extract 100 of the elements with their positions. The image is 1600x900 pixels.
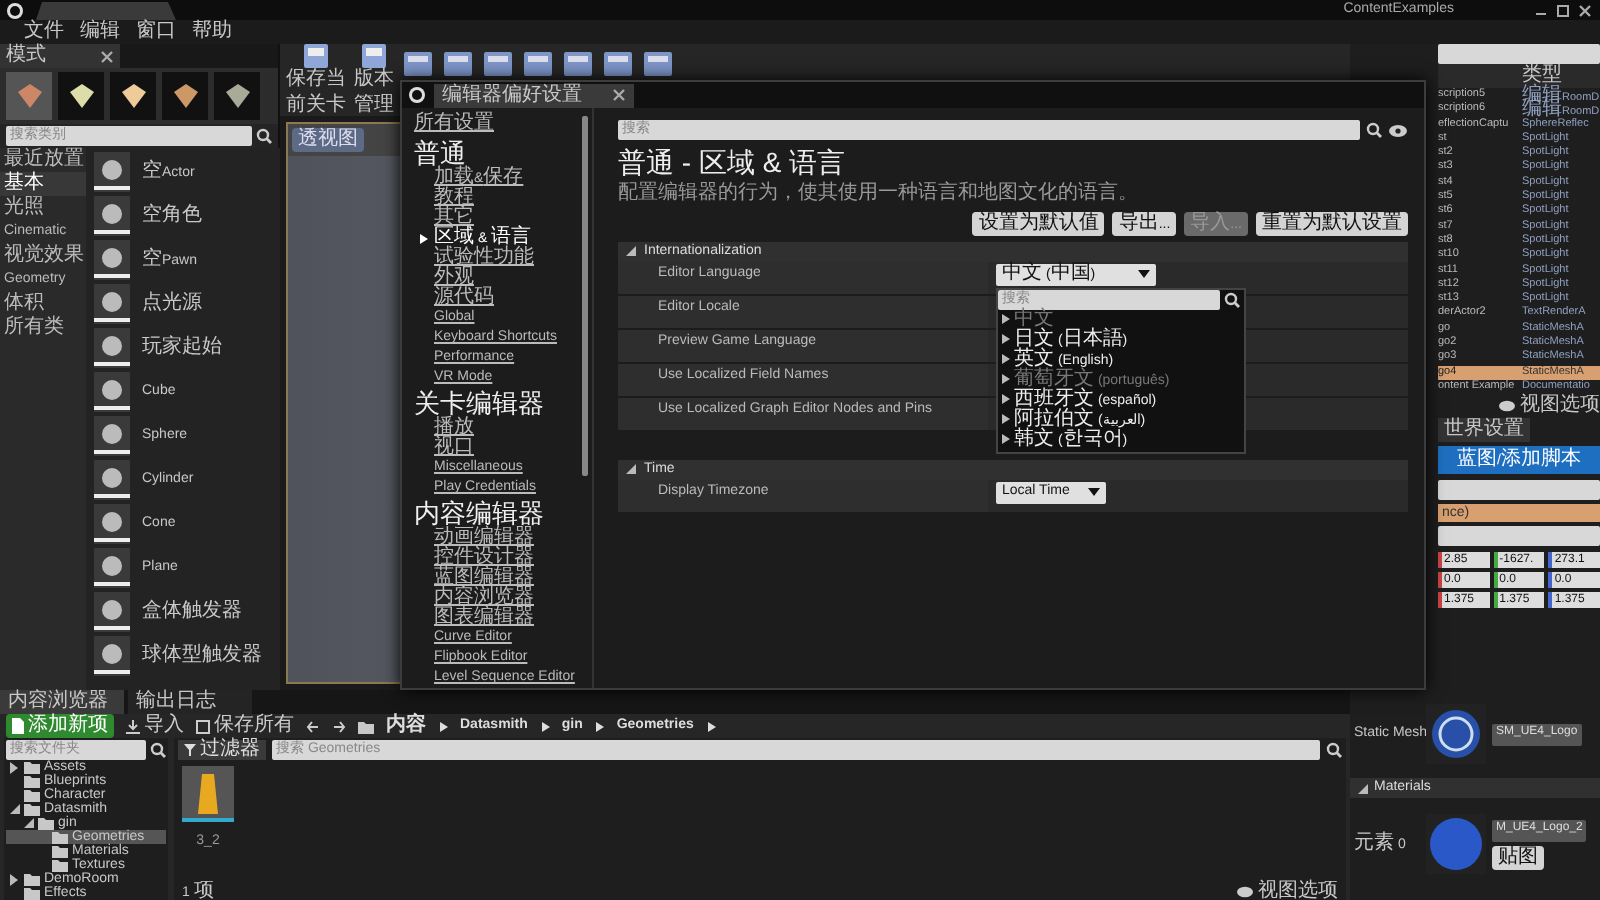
scrollbar-thumb-icon[interactable] [582, 116, 588, 476]
panel-tab[interactable]: 模式 [0, 44, 120, 68]
menu-item[interactable]: 窗口 [136, 20, 176, 44]
maximize-icon[interactable] [1556, 3, 1570, 17]
nav-heading: 关卡编辑器 [414, 388, 546, 418]
expanded-arrow-icon[interactable] [1356, 781, 1370, 795]
toolbar-icon[interactable] [562, 48, 594, 80]
toolbar-icon[interactable] [522, 48, 554, 80]
chevron-icon[interactable] [438, 719, 448, 733]
menu-item[interactable]: 编辑 [80, 20, 120, 44]
close-icon[interactable] [100, 49, 114, 63]
toolbar-button[interactable]: 设置为默认值 [972, 211, 1105, 236]
add-new-button[interactable]: 添加新项 [6, 714, 114, 738]
expanded-arrow-icon[interactable] [624, 244, 638, 259]
search-icon[interactable] [1326, 742, 1342, 758]
search-icon[interactable] [256, 128, 272, 144]
thumbnail-icon[interactable] [94, 372, 130, 412]
thumbnail-icon[interactable] [94, 152, 130, 192]
mode-tab[interactable] [58, 72, 104, 120]
nav-link[interactable]: 源代码 [414, 288, 586, 308]
panel-tab[interactable]: 世界设置 [1438, 418, 1530, 443]
placeable-item-label[interactable]: 玩家起始 [142, 336, 222, 360]
thumbnail-icon[interactable] [94, 592, 130, 632]
placeable-item-label[interactable]: 球体型触发器 [142, 644, 262, 668]
nav-link[interactable]: 蓝图编辑器 [414, 568, 586, 588]
chevron-icon[interactable] [594, 719, 605, 733]
search-field[interactable] [1438, 526, 1600, 547]
search-field[interactable] [1438, 44, 1600, 64]
nav-link[interactable]: 播放 [414, 418, 586, 438]
category-item[interactable]: 体积 [0, 292, 86, 316]
thumbnail-icon[interactable] [94, 196, 130, 236]
breadcrumb-link[interactable]: 内容 [386, 714, 426, 738]
material-thumbnail-icon[interactable] [1426, 814, 1486, 874]
search-icon[interactable] [150, 742, 166, 758]
toolbar-button[interactable]: 保存当前关卡 [286, 44, 346, 116]
expanded-arrow-icon[interactable] [624, 462, 638, 477]
asset-thumbnail-icon[interactable] [182, 766, 234, 822]
category-item[interactable]: 光照 [0, 196, 86, 220]
nav-link[interactable]: 试验性功能 [414, 248, 586, 268]
category-item[interactable]: 基本 [0, 172, 86, 196]
close-icon[interactable] [612, 88, 626, 102]
search-icon[interactable] [1224, 291, 1240, 308]
placeable-item-label[interactable]: 空角色 [142, 204, 202, 228]
category-item[interactable]: 视觉效果 [0, 244, 86, 268]
placeable-item-label[interactable]: 盒体触发器 [142, 600, 242, 624]
toolbar-icon[interactable] [602, 48, 634, 80]
thumbnail-icon[interactable] [94, 328, 130, 368]
import-button[interactable]: 导入 [126, 714, 184, 738]
nav-link[interactable]: 控件设计器 [414, 548, 586, 568]
view-options-button[interactable]: 视图选项 [1520, 394, 1600, 419]
eye-icon[interactable] [1388, 123, 1408, 137]
toolbar-icon[interactable] [642, 48, 674, 80]
save-all-button[interactable]: 保存所有 [196, 714, 294, 738]
filter-button[interactable]: 过滤器 [178, 740, 266, 760]
back-icon[interactable] [306, 719, 320, 733]
toolbar-icon[interactable] [442, 48, 474, 80]
category-item[interactable]: 所有类 [0, 316, 86, 340]
close-icon[interactable] [1578, 3, 1592, 17]
viewport-mode-button[interactable]: 透视图 [292, 128, 364, 152]
thumbnail-icon[interactable] [94, 504, 130, 544]
category-item[interactable]: 最近放置 [0, 148, 86, 172]
thumbnail-icon[interactable] [94, 636, 130, 676]
thumbnail-icon[interactable] [94, 240, 130, 280]
eye-icon[interactable] [1236, 885, 1254, 897]
selected-arrow-icon [418, 231, 428, 245]
menu-item[interactable]: 文件 [24, 20, 64, 44]
mode-tab[interactable] [110, 72, 156, 120]
search-icon[interactable] [1366, 122, 1382, 138]
nav-link[interactable]: 动画编辑器 [414, 528, 586, 548]
search-field[interactable] [1438, 480, 1600, 501]
panel-tab[interactable]: 内容浏览器 [0, 690, 124, 714]
toolbar-icon[interactable] [482, 48, 514, 80]
eye-icon[interactable] [1498, 400, 1516, 413]
mesh-thumbnail-icon[interactable] [1426, 704, 1486, 764]
dialog-tab[interactable]: 编辑器偏好设置 [434, 83, 634, 107]
chevron-icon[interactable] [705, 719, 716, 733]
panel-tab[interactable]: 输出日志 [128, 690, 252, 714]
mode-tab[interactable] [162, 72, 208, 120]
toolbar-button[interactable]: 重置为默认设置 [1256, 211, 1408, 236]
nav-link[interactable]: 教程 [414, 188, 586, 208]
mode-tab[interactable] [214, 72, 260, 120]
menu-item[interactable]: 帮助 [192, 20, 232, 44]
thumbnail-icon[interactable] [94, 548, 130, 588]
nav-link[interactable]: 外观 [414, 268, 586, 288]
placeable-item-label[interactable]: 点光源 [142, 292, 202, 316]
thumbnail-icon[interactable] [94, 284, 130, 324]
chevron-icon[interactable] [539, 719, 550, 733]
nav-link[interactable]: 所有设置 [414, 114, 586, 138]
nav-link[interactable]: 内容浏览器 [414, 588, 586, 608]
toolbar-icon[interactable] [402, 48, 434, 80]
nav-link[interactable]: 其它 [414, 208, 586, 228]
nav-link[interactable]: 视口 [414, 438, 586, 458]
forward-icon[interactable] [332, 719, 346, 733]
view-options-button[interactable]: 视图选项 [1258, 879, 1338, 900]
thumbnail-icon[interactable] [94, 416, 130, 456]
nav-link[interactable]: 图表编辑器 [414, 608, 586, 628]
thumbnail-icon[interactable] [94, 460, 130, 500]
texture-button[interactable]: 贴图 [1492, 845, 1544, 869]
folder-icon[interactable] [358, 719, 374, 733]
toolbar-button[interactable]: 版本管理 [354, 44, 394, 116]
